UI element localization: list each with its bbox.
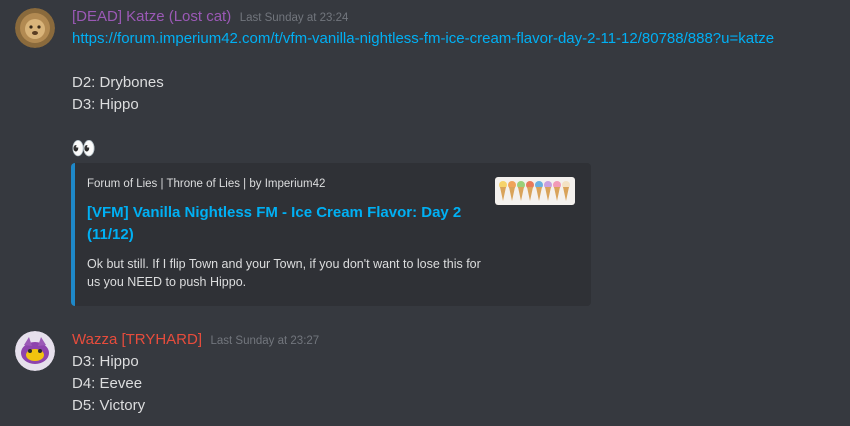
- eyes-emoji: 👀: [71, 138, 96, 160]
- embed-title-link[interactable]: [VFM] Vanilla Nightless FM - Ice Cream F…: [87, 202, 487, 246]
- ice-cream-cones-thumbnail: [499, 181, 570, 201]
- message-timestamp: Last Sunday at 23:24: [239, 12, 349, 24]
- message-line: D3: Hippo: [72, 96, 139, 113]
- username[interactable]: [DEAD] Katze (Lost cat): [72, 8, 231, 25]
- message-line: D4: Eevee: [72, 375, 143, 392]
- message-line: D3: Hippo: [72, 353, 139, 370]
- embed-description: Ok but still. If I flip Town and your To…: [87, 257, 481, 289]
- lion-avatar-icon: [15, 8, 55, 48]
- user-avatar-katze[interactable]: [15, 8, 55, 48]
- embed-thumbnail[interactable]: [495, 177, 575, 205]
- link-embed: Forum of Lies | Throne of Lies | by Impe…: [71, 163, 591, 306]
- username[interactable]: Wazza [TRYHARD]: [72, 331, 202, 348]
- message-timestamp: Last Sunday at 23:27: [210, 335, 320, 347]
- purple-creature-avatar-icon: [15, 331, 55, 371]
- user-avatar-wazza[interactable]: [15, 331, 55, 371]
- forum-link[interactable]: https://forum.imperium42.com/t/vfm-vanil…: [72, 28, 774, 50]
- message-line: D2: Drybones: [72, 74, 164, 91]
- embed-provider[interactable]: Forum of Lies | Throne of Lies | by Impe…: [87, 178, 325, 190]
- message-line: D5: Victory: [72, 397, 146, 414]
